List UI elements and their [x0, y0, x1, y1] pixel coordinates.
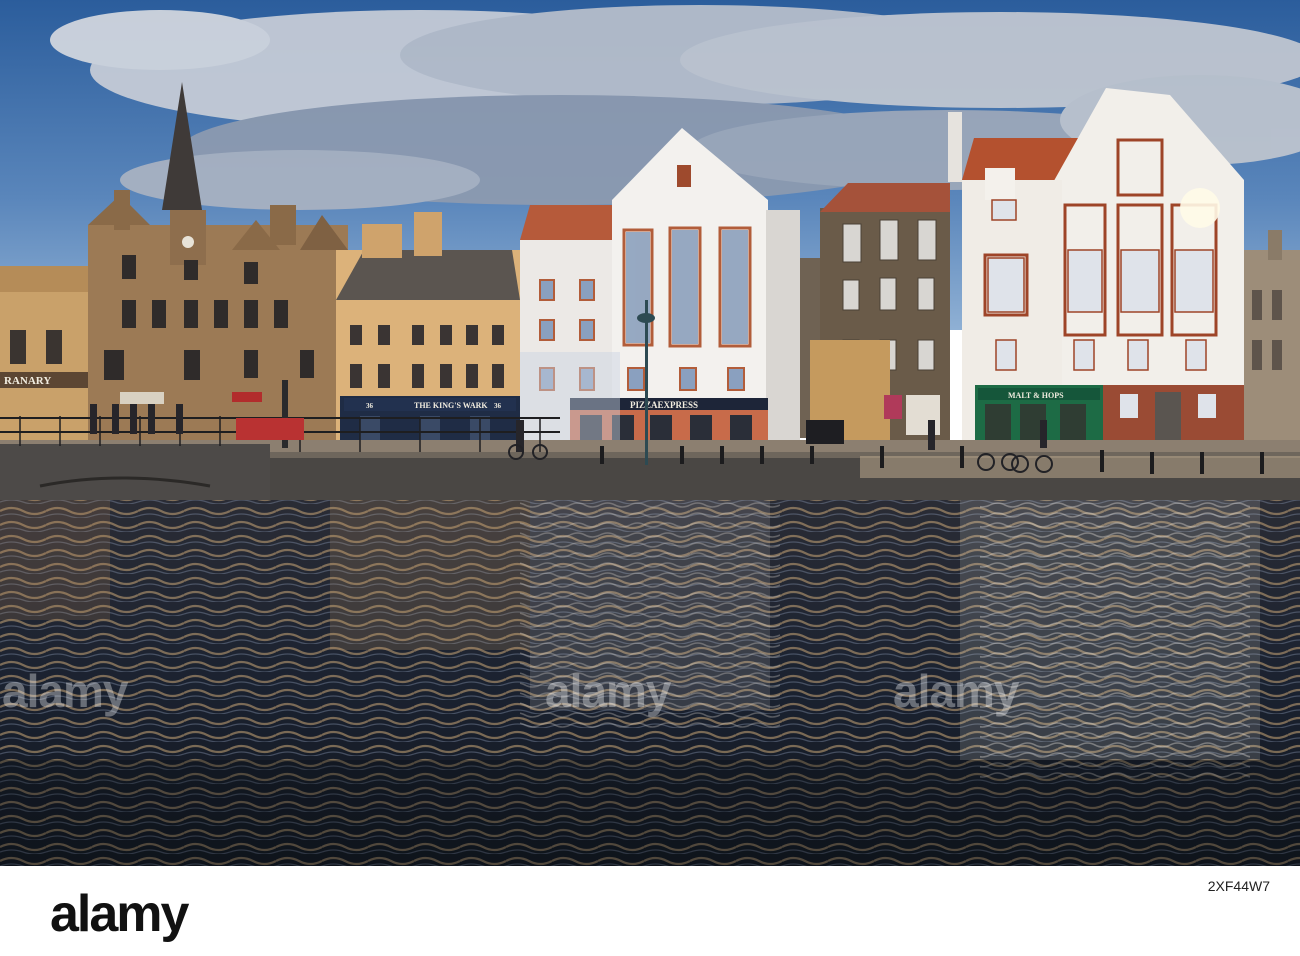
malt-and-hops-sign: MALT & HOPS [1008, 391, 1064, 400]
kings-wark-sign: THE KING'S WARK [414, 401, 488, 410]
malt-and-hops-building: MALT & HOPS [948, 88, 1244, 445]
footer-bar: alamy 2XF44W7 [0, 866, 1300, 956]
watermark-right: alamy [893, 665, 1019, 717]
image-id-text: 2XF44W7 [1207, 878, 1270, 894]
stone-tenement-building [800, 183, 950, 445]
kings-wark-number-right: 36 [494, 402, 502, 410]
pizza-express-sign: PIZZAEXPRESS [630, 400, 698, 410]
far-right-building [1244, 230, 1300, 445]
granary-building: RANARY [0, 266, 90, 443]
kings-wark-number-left: 36 [366, 402, 374, 410]
footer-image-id: 2XF44W7 [1208, 878, 1270, 894]
watermark-left: alamy [2, 665, 128, 717]
harbour-photo: RANARY THE KING'S WARK 36 36 PIZZAEXPRES… [0, 0, 1300, 866]
granary-sign: RANARY [4, 375, 51, 387]
watermark-center: alamy [545, 665, 671, 717]
footer-logo[interactable]: alamy [50, 884, 189, 944]
